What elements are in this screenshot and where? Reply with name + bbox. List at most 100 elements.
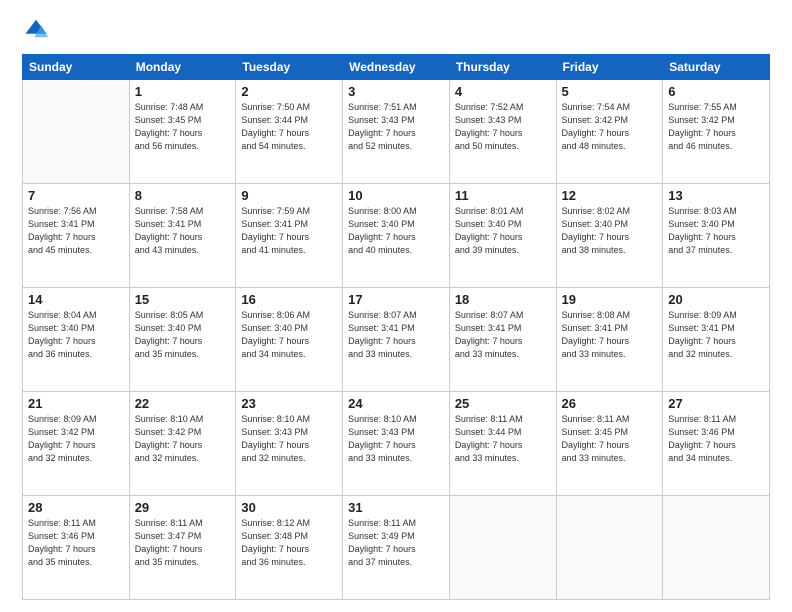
day-number: 31	[348, 500, 444, 515]
day-number: 3	[348, 84, 444, 99]
day-number: 21	[28, 396, 124, 411]
day-number: 28	[28, 500, 124, 515]
calendar-cell	[449, 496, 556, 600]
calendar-cell: 25 Sunrise: 8:11 AM Sunset: 3:44 PM Dayli…	[449, 392, 556, 496]
day-info: Sunrise: 8:08 AM Sunset: 3:41 PM Dayligh…	[562, 309, 658, 361]
page: SundayMondayTuesdayWednesdayThursdayFrid…	[0, 0, 792, 612]
calendar-cell: 9 Sunrise: 7:59 AM Sunset: 3:41 PM Daylig…	[236, 184, 343, 288]
day-number: 4	[455, 84, 551, 99]
day-number: 20	[668, 292, 764, 307]
calendar-cell: 26 Sunrise: 8:11 AM Sunset: 3:45 PM Dayli…	[556, 392, 663, 496]
day-info: Sunrise: 7:48 AM Sunset: 3:45 PM Dayligh…	[135, 101, 231, 153]
calendar-cell: 18 Sunrise: 8:07 AM Sunset: 3:41 PM Dayli…	[449, 288, 556, 392]
day-number: 19	[562, 292, 658, 307]
day-info: Sunrise: 8:07 AM Sunset: 3:41 PM Dayligh…	[348, 309, 444, 361]
calendar-cell: 12 Sunrise: 8:02 AM Sunset: 3:40 PM Dayli…	[556, 184, 663, 288]
calendar-cell: 1 Sunrise: 7:48 AM Sunset: 3:45 PM Daylig…	[129, 80, 236, 184]
calendar-cell: 2 Sunrise: 7:50 AM Sunset: 3:44 PM Daylig…	[236, 80, 343, 184]
day-number: 11	[455, 188, 551, 203]
day-info: Sunrise: 7:59 AM Sunset: 3:41 PM Dayligh…	[241, 205, 337, 257]
calendar-cell: 20 Sunrise: 8:09 AM Sunset: 3:41 PM Dayli…	[663, 288, 770, 392]
day-info: Sunrise: 8:02 AM Sunset: 3:40 PM Dayligh…	[562, 205, 658, 257]
week-row-1: 1 Sunrise: 7:48 AM Sunset: 3:45 PM Daylig…	[23, 80, 770, 184]
day-info: Sunrise: 7:56 AM Sunset: 3:41 PM Dayligh…	[28, 205, 124, 257]
day-number: 16	[241, 292, 337, 307]
day-number: 24	[348, 396, 444, 411]
day-info: Sunrise: 8:09 AM Sunset: 3:41 PM Dayligh…	[668, 309, 764, 361]
calendar-cell: 31 Sunrise: 8:11 AM Sunset: 3:49 PM Dayli…	[343, 496, 450, 600]
day-info: Sunrise: 8:11 AM Sunset: 3:46 PM Dayligh…	[28, 517, 124, 569]
calendar-header-row: SundayMondayTuesdayWednesdayThursdayFrid…	[23, 55, 770, 80]
week-row-3: 14Sunrise: 8:04 AM Sunset: 3:40 PM Dayli…	[23, 288, 770, 392]
day-number: 7	[28, 188, 124, 203]
day-info: Sunrise: 8:11 AM Sunset: 3:45 PM Dayligh…	[562, 413, 658, 465]
calendar-cell: 5 Sunrise: 7:54 AM Sunset: 3:42 PM Daylig…	[556, 80, 663, 184]
day-number: 18	[455, 292, 551, 307]
day-number: 12	[562, 188, 658, 203]
day-info: Sunrise: 7:50 AM Sunset: 3:44 PM Dayligh…	[241, 101, 337, 153]
day-info: Sunrise: 8:05 AM Sunset: 3:40 PM Dayligh…	[135, 309, 231, 361]
day-number: 25	[455, 396, 551, 411]
day-info: Sunrise: 8:10 AM Sunset: 3:43 PM Dayligh…	[348, 413, 444, 465]
day-number: 26	[562, 396, 658, 411]
calendar-cell: 4 Sunrise: 7:52 AM Sunset: 3:43 PM Daylig…	[449, 80, 556, 184]
calendar-cell: 8 Sunrise: 7:58 AM Sunset: 3:41 PM Daylig…	[129, 184, 236, 288]
day-info: Sunrise: 8:12 AM Sunset: 3:48 PM Dayligh…	[241, 517, 337, 569]
day-info: Sunrise: 8:00 AM Sunset: 3:40 PM Dayligh…	[348, 205, 444, 257]
calendar-header-saturday: Saturday	[663, 55, 770, 80]
day-info: Sunrise: 8:01 AM Sunset: 3:40 PM Dayligh…	[455, 205, 551, 257]
calendar-header-monday: Monday	[129, 55, 236, 80]
calendar-cell: 10 Sunrise: 8:00 AM Sunset: 3:40 PM Dayli…	[343, 184, 450, 288]
day-info: Sunrise: 8:06 AM Sunset: 3:40 PM Dayligh…	[241, 309, 337, 361]
calendar-table: SundayMondayTuesdayWednesdayThursdayFrid…	[22, 54, 770, 600]
day-number: 22	[135, 396, 231, 411]
calendar-cell: 27Sunrise: 8:11 AM Sunset: 3:46 PM Dayli…	[663, 392, 770, 496]
calendar-header-sunday: Sunday	[23, 55, 130, 80]
calendar-cell: 11 Sunrise: 8:01 AM Sunset: 3:40 PM Dayli…	[449, 184, 556, 288]
calendar-cell: 13Sunrise: 8:03 AM Sunset: 3:40 PM Dayli…	[663, 184, 770, 288]
day-number: 30	[241, 500, 337, 515]
calendar-cell: 14Sunrise: 8:04 AM Sunset: 3:40 PM Dayli…	[23, 288, 130, 392]
calendar-cell: 15 Sunrise: 8:05 AM Sunset: 3:40 PM Dayli…	[129, 288, 236, 392]
day-number: 1	[135, 84, 231, 99]
day-number: 8	[135, 188, 231, 203]
day-number: 29	[135, 500, 231, 515]
day-info: Sunrise: 7:55 AM Sunset: 3:42 PM Dayligh…	[668, 101, 764, 153]
day-number: 2	[241, 84, 337, 99]
calendar-cell: 7 Sunrise: 7:56 AM Sunset: 3:41 PM Daylig…	[23, 184, 130, 288]
day-info: Sunrise: 8:11 AM Sunset: 3:49 PM Dayligh…	[348, 517, 444, 569]
week-row-2: 7 Sunrise: 7:56 AM Sunset: 3:41 PM Daylig…	[23, 184, 770, 288]
day-info: Sunrise: 7:54 AM Sunset: 3:42 PM Dayligh…	[562, 101, 658, 153]
logo-icon	[22, 18, 50, 46]
calendar-cell	[556, 496, 663, 600]
day-info: Sunrise: 8:07 AM Sunset: 3:41 PM Dayligh…	[455, 309, 551, 361]
calendar-header-thursday: Thursday	[449, 55, 556, 80]
calendar-header-friday: Friday	[556, 55, 663, 80]
day-info: Sunrise: 7:58 AM Sunset: 3:41 PM Dayligh…	[135, 205, 231, 257]
day-number: 5	[562, 84, 658, 99]
logo	[22, 18, 56, 46]
day-number: 15	[135, 292, 231, 307]
calendar-cell: 28 Sunrise: 8:11 AM Sunset: 3:46 PM Dayli…	[23, 496, 130, 600]
day-info: Sunrise: 8:09 AM Sunset: 3:42 PM Dayligh…	[28, 413, 124, 465]
day-info: Sunrise: 8:11 AM Sunset: 3:44 PM Dayligh…	[455, 413, 551, 465]
calendar-header-wednesday: Wednesday	[343, 55, 450, 80]
calendar-cell: 24 Sunrise: 8:10 AM Sunset: 3:43 PM Dayli…	[343, 392, 450, 496]
day-number: 9	[241, 188, 337, 203]
week-row-4: 21 Sunrise: 8:09 AM Sunset: 3:42 PM Dayli…	[23, 392, 770, 496]
calendar-cell: 29 Sunrise: 8:11 AM Sunset: 3:47 PM Dayli…	[129, 496, 236, 600]
day-info: Sunrise: 7:51 AM Sunset: 3:43 PM Dayligh…	[348, 101, 444, 153]
calendar-cell	[23, 80, 130, 184]
calendar-cell: 23Sunrise: 8:10 AM Sunset: 3:43 PM Dayli…	[236, 392, 343, 496]
day-number: 17	[348, 292, 444, 307]
calendar-cell: 21 Sunrise: 8:09 AM Sunset: 3:42 PM Dayli…	[23, 392, 130, 496]
day-number: 6	[668, 84, 764, 99]
calendar-cell: 6 Sunrise: 7:55 AM Sunset: 3:42 PM Daylig…	[663, 80, 770, 184]
day-info: Sunrise: 8:11 AM Sunset: 3:46 PM Dayligh…	[668, 413, 764, 465]
day-number: 10	[348, 188, 444, 203]
header	[22, 18, 770, 46]
calendar-header-tuesday: Tuesday	[236, 55, 343, 80]
day-info: Sunrise: 7:52 AM Sunset: 3:43 PM Dayligh…	[455, 101, 551, 153]
day-info: Sunrise: 8:11 AM Sunset: 3:47 PM Dayligh…	[135, 517, 231, 569]
calendar-cell: 22Sunrise: 8:10 AM Sunset: 3:42 PM Dayli…	[129, 392, 236, 496]
